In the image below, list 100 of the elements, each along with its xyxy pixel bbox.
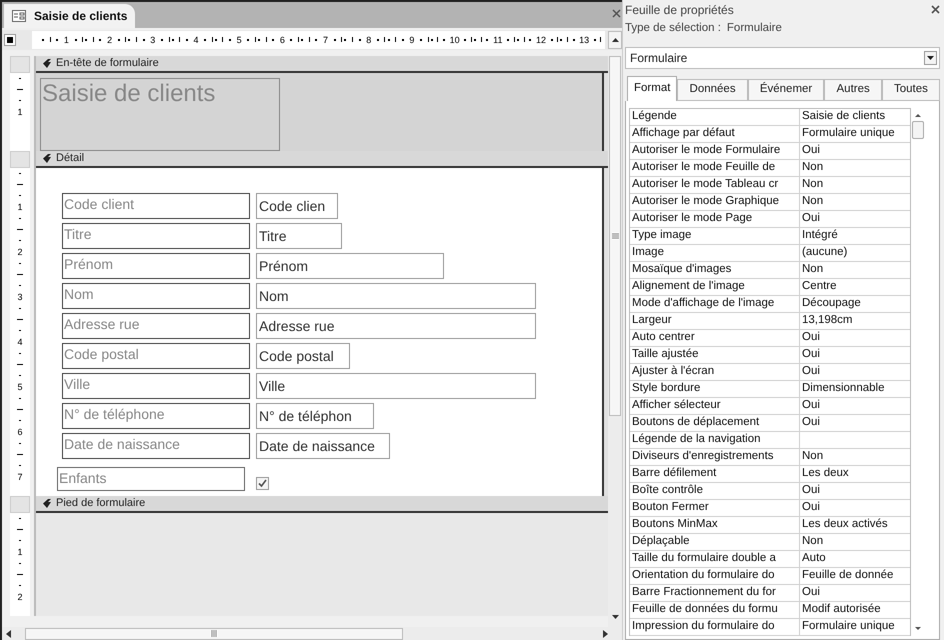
text-box[interactable]: Nom — [256, 282, 536, 309]
field-label[interactable]: Enfants — [57, 466, 245, 491]
scroll-down-icon[interactable] — [612, 615, 618, 620]
property-name[interactable]: Largeur — [630, 313, 800, 329]
property-value[interactable]: Oui — [800, 415, 820, 431]
property-value[interactable]: Feuille de donnée — [800, 568, 894, 584]
field-label[interactable]: Ville — [62, 372, 250, 399]
scroll-down-icon[interactable] — [915, 627, 921, 630]
property-value[interactable]: Non — [800, 160, 824, 176]
property-value[interactable]: Oui — [800, 211, 820, 227]
text-box[interactable]: Code postal — [256, 342, 350, 369]
vertical-scrollbar[interactable] — [608, 56, 622, 628]
horizontal-scrollbar[interactable] — [2, 627, 622, 640]
scroll-left-icon[interactable] — [6, 630, 11, 638]
text-box[interactable]: N° de téléphon — [256, 402, 374, 429]
property-name[interactable]: Autoriser le mode Page — [630, 211, 800, 227]
property-name[interactable]: Image — [630, 245, 800, 261]
text-box[interactable]: Code clien — [256, 192, 338, 219]
property-value[interactable]: Oui — [800, 483, 820, 499]
property-value[interactable]: (aucune) — [800, 245, 848, 261]
text-box[interactable]: Prénom — [256, 252, 444, 279]
property-value[interactable]: Les deux activés — [800, 517, 888, 533]
property-name[interactable]: Style bordure — [630, 381, 800, 397]
tab[interactable]: Autres — [824, 79, 882, 101]
field-label[interactable]: Nom — [62, 282, 250, 309]
property-name[interactable]: Barre Fractionnement du for — [630, 585, 800, 601]
property-name[interactable]: Autoriser le mode Feuille de — [630, 160, 800, 176]
property-value[interactable]: Intégré — [800, 228, 838, 244]
property-name[interactable]: Mosaïque d'images — [630, 262, 800, 278]
property-name[interactable]: Boutons MinMax — [630, 517, 800, 533]
property-name[interactable]: Type image — [630, 228, 800, 244]
property-name[interactable]: Feuille de données du formu — [630, 602, 800, 618]
text-box[interactable]: Titre — [256, 222, 342, 249]
field-label[interactable]: Code client — [62, 192, 250, 219]
field-label[interactable]: N° de téléphone — [62, 402, 250, 429]
field-label[interactable]: Code postal — [62, 342, 250, 369]
field-label[interactable]: Date de naissance — [62, 432, 250, 459]
property-value[interactable]: Oui — [800, 585, 820, 601]
close-icon[interactable] — [612, 8, 621, 18]
property-name[interactable]: Boîte contrôle — [630, 483, 800, 499]
property-value[interactable]: Centre — [800, 279, 837, 295]
field-label[interactable]: Prénom — [62, 252, 250, 279]
section-bar[interactable]: En-tête de formulaire — [36, 56, 608, 73]
property-name[interactable]: Autoriser le mode Graphique — [630, 194, 800, 210]
property-value[interactable]: Oui — [800, 364, 820, 380]
property-value[interactable]: Auto — [800, 551, 826, 567]
section-bar[interactable]: Pied de formulaire — [36, 496, 608, 513]
property-value[interactable]: Non — [800, 534, 824, 550]
property-name[interactable]: Afficher sélecteur — [630, 398, 800, 414]
property-name[interactable]: Autoriser le mode Formulaire — [630, 143, 800, 159]
property-name[interactable]: Ajuster à l'écran — [630, 364, 800, 380]
tab[interactable]: Format — [627, 76, 678, 101]
scroll-thumb[interactable] — [912, 121, 924, 139]
scroll-right-icon[interactable] — [603, 630, 608, 638]
property-value[interactable]: Oui — [800, 398, 820, 414]
property-value[interactable]: Oui — [800, 330, 820, 346]
property-name[interactable]: Bouton Fermer — [630, 500, 800, 516]
property-value[interactable]: Non — [800, 194, 824, 210]
text-box[interactable]: Ville — [256, 372, 536, 399]
object-dropdown[interactable]: Formulaire — [625, 47, 940, 69]
select-form-button[interactable] — [4, 34, 16, 46]
scroll-up-button[interactable] — [608, 30, 622, 49]
property-name[interactable]: Orientation du formulaire do — [630, 568, 800, 584]
scroll-up-icon[interactable] — [915, 114, 921, 117]
property-name[interactable]: Boutons de déplacement — [630, 415, 800, 431]
property-value[interactable]: Formulaire unique — [800, 126, 895, 142]
property-name[interactable]: Barre défilement — [630, 466, 800, 482]
property-name[interactable]: Taille ajustée — [630, 347, 800, 363]
property-name[interactable]: Légende de la navigation — [630, 432, 800, 448]
field-label[interactable]: Adresse rue — [62, 312, 250, 339]
checkbox[interactable] — [256, 476, 269, 490]
text-box[interactable]: Date de naissance — [256, 432, 390, 459]
property-name[interactable]: Alignement de l'image — [630, 279, 800, 295]
property-name[interactable]: Taille du formulaire double a — [630, 551, 800, 567]
text-box[interactable]: Adresse rue — [256, 312, 536, 339]
tab[interactable]: Toutes — [882, 79, 940, 101]
property-value[interactable]: 13,198cm — [800, 313, 853, 329]
property-value[interactable]: Modif autorisée — [800, 602, 881, 618]
property-name[interactable]: Légende — [630, 109, 800, 125]
tab[interactable]: Événemer — [748, 79, 824, 101]
field-label[interactable]: Titre — [62, 222, 250, 249]
property-name[interactable]: Auto centrer — [630, 330, 800, 346]
property-value[interactable]: Oui — [800, 347, 820, 363]
tab[interactable]: Données — [677, 79, 748, 101]
property-value[interactable]: Saisie de clients — [800, 109, 886, 125]
section-bar[interactable]: Détail — [36, 150, 608, 168]
property-value[interactable]: Oui — [800, 500, 820, 516]
property-value[interactable]: Non — [800, 262, 824, 278]
property-value[interactable]: Dimensionnable — [800, 381, 884, 397]
property-name[interactable]: Mode d'affichage de l'image — [630, 296, 800, 312]
property-value[interactable]: Formulaire unique — [800, 619, 895, 635]
property-value[interactable]: Non — [800, 449, 824, 465]
property-value[interactable]: Oui — [800, 143, 820, 159]
close-icon[interactable] — [931, 5, 940, 14]
document-tab[interactable]: Saisie de clients — [4, 4, 136, 28]
property-name[interactable]: Impression du formulaire do — [630, 619, 800, 635]
property-value[interactable]: Non — [800, 177, 824, 193]
property-value[interactable]: Découpage — [800, 296, 861, 312]
property-name[interactable]: Autoriser le mode Tableau cr — [630, 177, 800, 193]
property-name[interactable]: Diviseurs d'enregistrements — [630, 449, 800, 465]
